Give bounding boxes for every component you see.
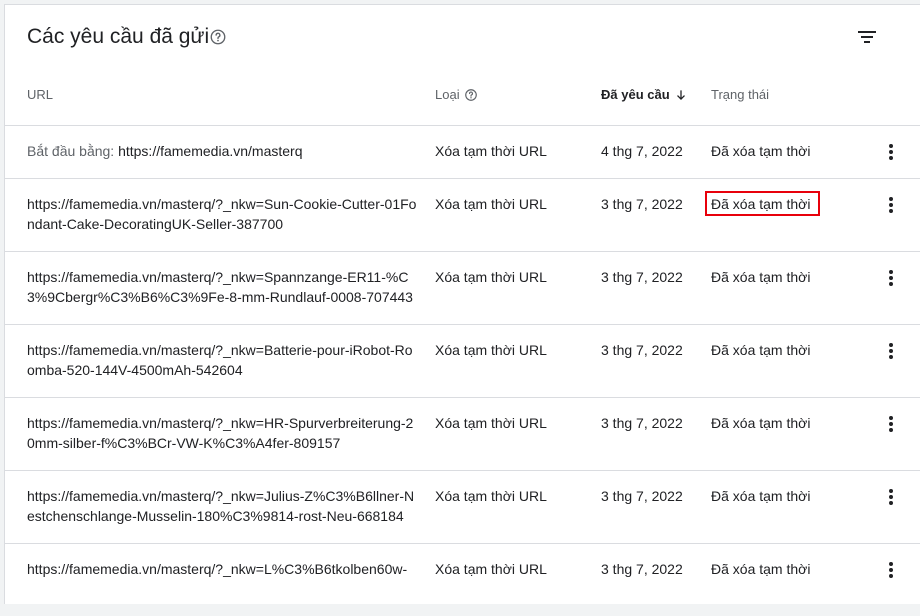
url-text: https://famemedia.vn/masterq/?_nkw=Juliu… — [27, 488, 415, 524]
more-vert-icon — [889, 144, 893, 160]
status-cell: Đã xóa tạm thời — [711, 269, 811, 285]
table-row[interactable]: https://famemedia.vn/masterq/?_nkw=L%C3%… — [5, 543, 920, 616]
help-circle-icon[interactable] — [464, 88, 478, 102]
more-options-button[interactable] — [881, 193, 901, 217]
table-row[interactable]: https://famemedia.vn/masterq/?_nkw=Sun-C… — [5, 178, 920, 251]
page-title: Các yêu cầu đã gửi — [27, 25, 210, 48]
url-cell: Bắt đầu bằng: https://famemedia.vn/maste… — [27, 141, 419, 161]
type-cell: Xóa tạm thời URL — [435, 488, 547, 504]
status-cell: Đã xóa tạm thời — [711, 561, 811, 577]
url-text: https://famemedia.vn/masterq/?_nkw=Spann… — [27, 269, 413, 305]
date-cell: 3 thg 7, 2022 — [601, 561, 683, 577]
type-cell: Xóa tạm thời URL — [435, 342, 547, 358]
url-text: https://famemedia.vn/masterq/?_nkw=Batte… — [27, 342, 413, 378]
url-cell: https://famemedia.vn/masterq/?_nkw=L%C3%… — [27, 559, 419, 579]
column-header-requested[interactable]: Đã yêu cầu — [601, 87, 688, 102]
column-header-type-label: Loại — [435, 87, 460, 102]
card-header: Các yêu cầu đã gửi — [5, 5, 920, 69]
status-cell: Đã xóa tạm thời — [711, 143, 811, 159]
status-cell: Đã xóa tạm thời — [711, 488, 811, 504]
status-highlight-box — [705, 191, 820, 216]
url-text: https://famemedia.vn/masterq — [118, 143, 303, 159]
filter-button[interactable] — [853, 23, 881, 51]
more-options-button[interactable] — [881, 412, 901, 436]
table-row[interactable]: https://famemedia.vn/masterq/?_nkw=Juliu… — [5, 470, 920, 543]
url-cell: https://famemedia.vn/masterq/?_nkw=Batte… — [27, 340, 419, 380]
url-text: https://famemedia.vn/masterq/?_nkw=L%C3%… — [27, 561, 408, 577]
more-options-button[interactable] — [881, 558, 901, 582]
more-options-button[interactable] — [881, 485, 901, 509]
column-header-status[interactable]: Trạng thái — [711, 87, 769, 102]
table-row[interactable]: https://famemedia.vn/masterq/?_nkw=Batte… — [5, 324, 920, 397]
table-row[interactable]: https://famemedia.vn/masterq/?_nkw=Spann… — [5, 251, 920, 324]
url-cell: https://famemedia.vn/masterq/?_nkw=Sun-C… — [27, 194, 419, 234]
type-cell: Xóa tạm thời URL — [435, 143, 547, 159]
column-header-url-label: URL — [27, 87, 54, 102]
type-cell: Xóa tạm thời URL — [435, 415, 547, 431]
date-cell: 3 thg 7, 2022 — [601, 269, 683, 285]
type-cell: Xóa tạm thời URL — [435, 196, 547, 212]
url-cell: https://famemedia.vn/masterq/?_nkw=Juliu… — [27, 486, 419, 526]
status-cell: Đã xóa tạm thời — [711, 342, 811, 358]
url-cell: https://famemedia.vn/masterq/?_nkw=HR-Sp… — [27, 413, 419, 453]
more-vert-icon — [889, 562, 893, 578]
more-options-button[interactable] — [881, 140, 901, 164]
column-header-requested-label: Đã yêu cầu — [601, 87, 670, 102]
column-header-status-label: Trạng thái — [711, 87, 770, 102]
more-vert-icon — [889, 416, 893, 432]
arrow-down-icon — [676, 89, 685, 100]
more-vert-icon — [889, 197, 893, 213]
url-text: https://famemedia.vn/masterq/?_nkw=Sun-C… — [27, 196, 417, 232]
url-prefix: Bắt đầu bằng: — [27, 143, 119, 159]
more-options-button[interactable] — [881, 266, 901, 290]
date-cell: 3 thg 7, 2022 — [601, 196, 683, 212]
table-row[interactable]: https://famemedia.vn/masterq/?_nkw=HR-Sp… — [5, 397, 920, 470]
type-cell: Xóa tạm thời URL — [435, 269, 547, 285]
more-vert-icon — [889, 489, 893, 505]
table-row[interactable]: Bắt đầu bằng: https://famemedia.vn/maste… — [5, 125, 920, 178]
more-options-button[interactable] — [881, 339, 901, 363]
date-cell: 4 thg 7, 2022 — [601, 143, 683, 159]
column-header-url[interactable]: URL — [27, 87, 53, 102]
more-vert-icon — [889, 343, 893, 359]
requests-card: Các yêu cầu đã gửi URL Loại Đã yêu cầu T… — [4, 4, 920, 604]
filter-list-icon — [858, 31, 876, 43]
url-text: https://famemedia.vn/masterq/?_nkw=HR-Sp… — [27, 415, 414, 451]
more-vert-icon — [889, 270, 893, 286]
type-cell: Xóa tạm thời URL — [435, 561, 547, 577]
date-cell: 3 thg 7, 2022 — [601, 415, 683, 431]
column-header-type[interactable]: Loại — [435, 87, 478, 102]
status-cell: Đã xóa tạm thời — [711, 415, 811, 431]
date-cell: 3 thg 7, 2022 — [601, 488, 683, 504]
help-circle-icon[interactable] — [209, 28, 227, 46]
url-cell: https://famemedia.vn/masterq/?_nkw=Spann… — [27, 267, 419, 307]
date-cell: 3 thg 7, 2022 — [601, 342, 683, 358]
